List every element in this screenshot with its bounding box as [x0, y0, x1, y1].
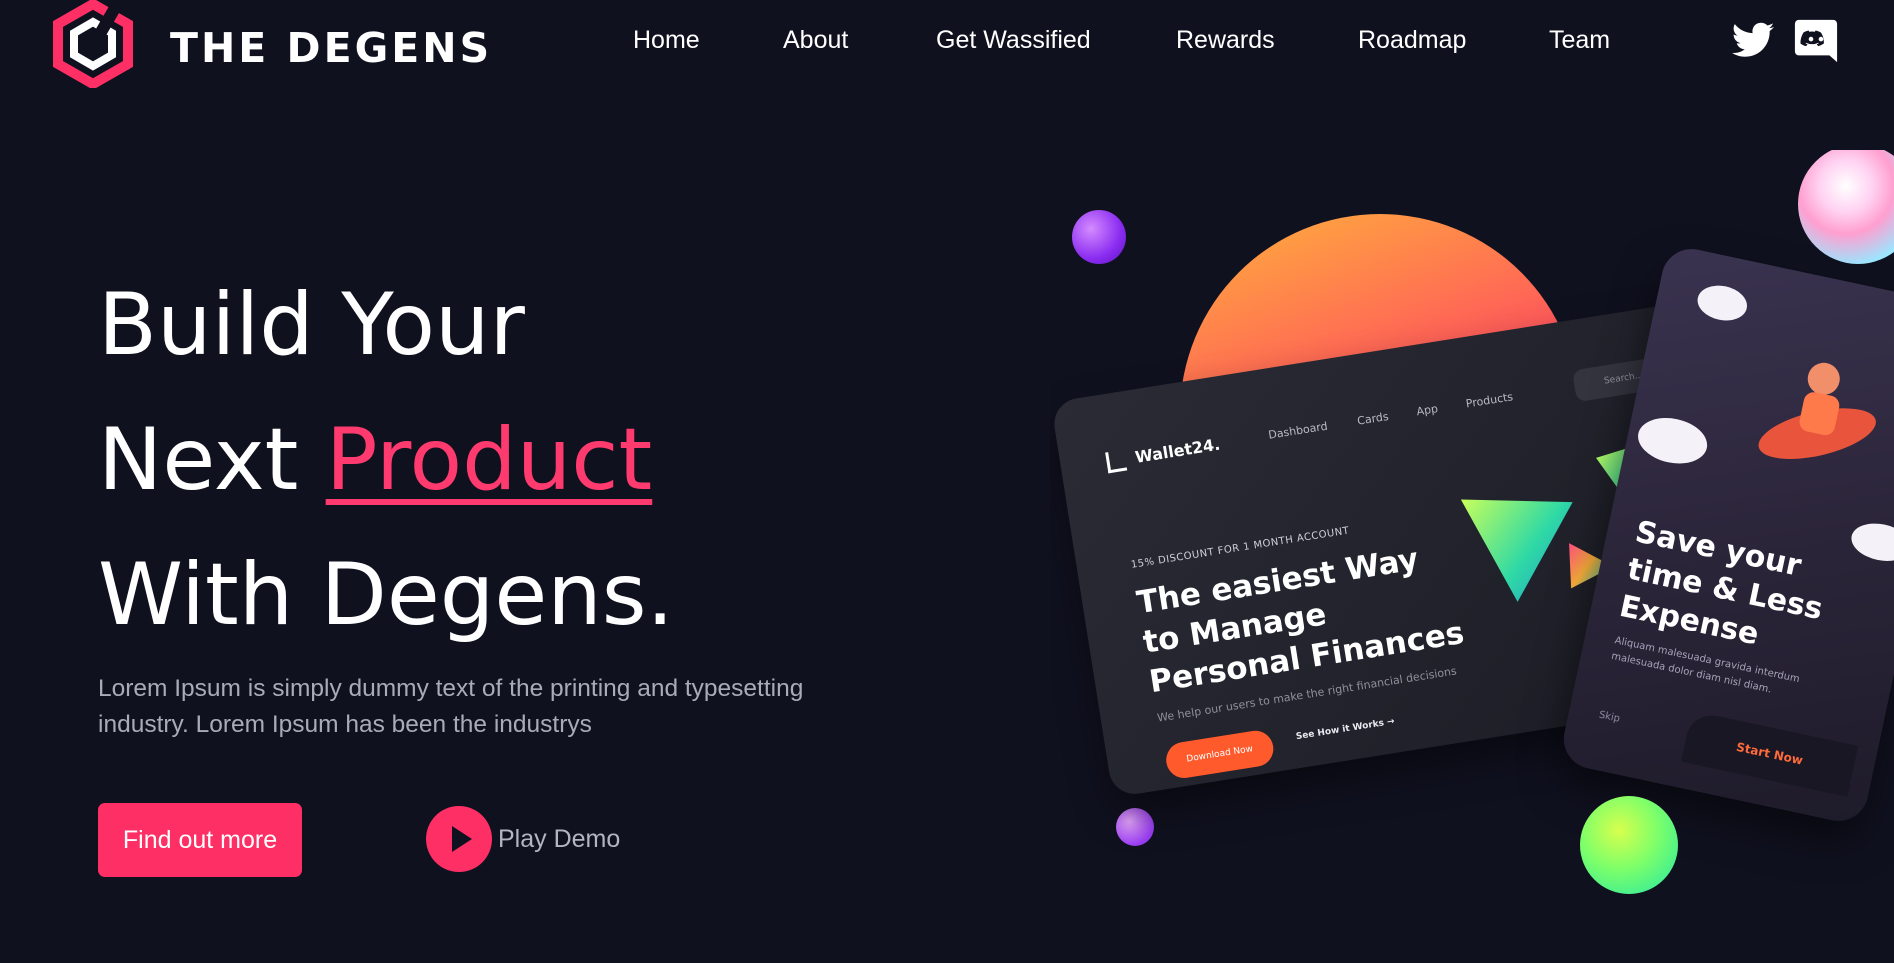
- phone-skip-link: Skip: [1597, 709, 1621, 725]
- mockup-nav-dashboard: Dashboard: [1267, 419, 1329, 442]
- purple-orb: [1072, 210, 1126, 264]
- mockup-how-it-works-link: See How it Works →: [1295, 716, 1396, 743]
- play-demo-button[interactable]: Play Demo: [426, 806, 620, 872]
- cloud-shape: [1633, 411, 1712, 470]
- pearl-orb: [1798, 150, 1894, 264]
- mockup-download-button: Download Now: [1163, 728, 1276, 781]
- mockup-nav-cards: Cards: [1356, 409, 1390, 428]
- green-orb: [1580, 796, 1678, 894]
- rocket-rider-icon: [1758, 362, 1876, 459]
- twitter-icon[interactable]: [1730, 18, 1776, 64]
- headline-line-3: With Degens.: [98, 545, 674, 645]
- find-out-more-button[interactable]: Find out more: [98, 803, 302, 877]
- nav-home[interactable]: Home: [633, 26, 700, 55]
- headline-line-2: Next Product: [98, 393, 674, 528]
- mockup-nav-app: App: [1415, 402, 1439, 419]
- nav-rewards[interactable]: Rewards: [1176, 26, 1275, 55]
- play-demo-label: Play Demo: [498, 824, 621, 853]
- mockup-logo: Wallet24.: [1105, 435, 1222, 474]
- nav-get-wassified[interactable]: Get Wassified: [936, 26, 1091, 55]
- hero-headline: Build Your Next Product With Degens.: [98, 258, 674, 663]
- hero-illustration: Wallet24. Dashboard Cards App Products S…: [1050, 150, 1894, 910]
- small-purple-orb: [1116, 808, 1154, 846]
- main-nav: Home About Get Wassified Rewards Roadmap…: [0, 26, 1894, 66]
- phone-start-button: Start Now: [1681, 710, 1859, 797]
- play-icon: [426, 806, 492, 872]
- headline-accent-word: Product: [325, 410, 653, 510]
- headline-line-1: Build Your: [98, 275, 525, 375]
- discord-icon[interactable]: [1793, 18, 1839, 64]
- nav-about[interactable]: About: [783, 26, 848, 55]
- nav-team[interactable]: Team: [1549, 26, 1610, 55]
- mockup-nav-products: Products: [1464, 390, 1514, 411]
- headline-line-2-prefix: Next: [98, 410, 326, 510]
- hero-description: Lorem Ipsum is simply dummy text of the …: [98, 675, 804, 738]
- cloud-shape: [1694, 281, 1751, 325]
- nav-roadmap[interactable]: Roadmap: [1358, 26, 1466, 55]
